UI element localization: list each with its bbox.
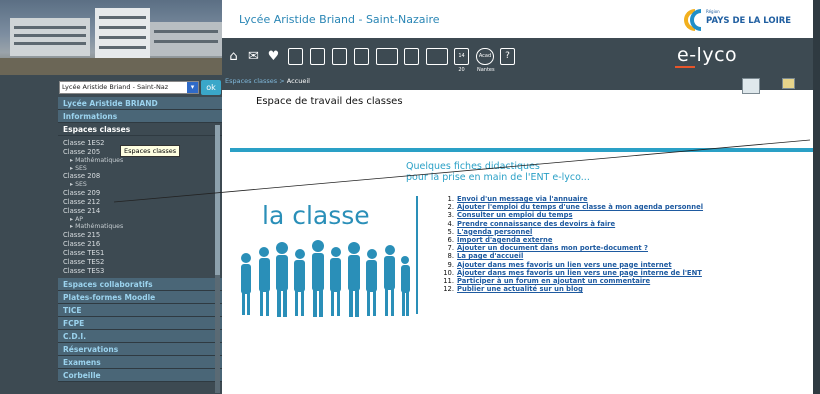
notebook-icon[interactable]: [310, 48, 325, 65]
list-item: 10. Ajouter dans mes favoris un lien vers…: [443, 268, 702, 277]
crowd-illustration: [241, 240, 410, 317]
sidebar-sub-208-ses[interactable]: ▸ SES: [58, 181, 222, 189]
sidebar-item-moodle[interactable]: Plates-formes Moodle: [58, 290, 222, 304]
sidebar-class-212[interactable]: Classe 212: [58, 198, 222, 207]
list-item: 6. Import d'agenda externe: [447, 235, 553, 244]
school-select-value: Lycée Aristide Briand - Saint-Naz: [62, 83, 169, 91]
help-icon[interactable]: ?: [500, 48, 515, 65]
book-icon[interactable]: [354, 48, 369, 65]
fiches-list: 1. Envoi d'un message via l'annuaire 2. Aj…: [440, 195, 810, 293]
la-classe-label: la classe: [262, 201, 370, 230]
brand-logo[interactable]: e-lyco: [677, 44, 737, 66]
sidebar-scroll-thumb[interactable]: [215, 125, 220, 275]
sidebar-item-examens[interactable]: Examens: [58, 355, 222, 369]
page-title: Lycée Aristide Briand - Saint-Nazaire: [239, 13, 440, 26]
list-item: 12. Publier une actualité sur un blog: [443, 285, 583, 294]
sidebar-item-reservations[interactable]: Réservations: [58, 342, 222, 356]
divider: [230, 148, 813, 152]
envelope-icon[interactable]: ✉: [246, 48, 261, 65]
document-icon[interactable]: [376, 48, 398, 65]
sidebar-sub-205-ses[interactable]: ▸ SES: [58, 165, 222, 173]
fiche-link-5[interactable]: L'agenda personnel: [457, 228, 532, 236]
fiche-link-3[interactable]: Consulter un emploi du temps: [457, 211, 573, 219]
chevron-down-icon[interactable]: ▾: [187, 82, 198, 93]
sidebar-item-espaces-collaboratifs[interactable]: Espaces collaboratifs: [58, 277, 222, 291]
breadcrumb-parent[interactable]: Espaces classes: [225, 77, 277, 85]
fiches-heading-line1: Quelques fiches didactiques: [406, 161, 540, 172]
briefcase-icon[interactable]: [404, 48, 419, 65]
fiche-link-11[interactable]: Participer à un forum en ajoutant un com…: [457, 277, 650, 285]
region-logo[interactable]: Région PAYS DE LA LOIRE: [684, 8, 804, 32]
breadcrumb-current: Accueil: [286, 77, 310, 85]
list-item: 7. Ajouter un document dans mon porte-doc…: [447, 244, 649, 253]
region-name: PAYS DE LA LOIRE: [706, 16, 792, 26]
sidebar-class-209[interactable]: Classe 209: [58, 189, 222, 198]
toolbar: ⌂ ✉ ♥ 14 20 Acad Nantes ? e-lyco: [222, 38, 813, 75]
sidebar-item-fcpe[interactable]: FCPE: [58, 316, 222, 330]
fiche-link-2[interactable]: Ajouter l'emploi du temps d'une classe à…: [457, 203, 703, 211]
list-item: 8. La page d'accueil: [447, 252, 524, 261]
school-select[interactable]: Lycée Aristide Briand - Saint-Naz ▾: [59, 81, 199, 94]
fiches-heading-line2: pour la prise en main de l'ENT e-lyco...: [406, 172, 590, 183]
window-icon[interactable]: [782, 78, 795, 89]
vertical-divider: [416, 196, 418, 314]
ok-button[interactable]: ok: [201, 80, 221, 95]
region-small-label: Région: [706, 9, 720, 14]
fiche-link-12[interactable]: Publier une actualité sur un blog: [457, 285, 583, 293]
list-item: 9. Ajouter dans mes favoris un lien vers …: [447, 260, 672, 269]
sidebar-class-214[interactable]: Classe 214: [58, 207, 222, 216]
fiches-heading: Quelques fiches didactiques pour la pris…: [406, 161, 590, 183]
fiche-link-8[interactable]: La page d'accueil: [457, 252, 523, 260]
list-item: 5. L'agenda personnel: [447, 227, 533, 236]
news-icon[interactable]: [426, 48, 448, 65]
sidebar-item-cdi[interactable]: C.D.I.: [58, 329, 222, 343]
list-item: 11. Participer à un forum en ajoutant un …: [443, 276, 651, 285]
page: Lycée Aristide Briand - Saint-Naz ▾ ok L…: [0, 0, 820, 394]
list-item: 3. Consulter un emploi du temps: [447, 211, 573, 220]
tooltip: Espaces classes: [120, 145, 181, 157]
fiche-link-10[interactable]: Ajouter dans mes favoris un lien vers un…: [457, 269, 702, 277]
sidebar-sub-214-maths[interactable]: ▸ Mathématiques: [58, 223, 222, 231]
sidebar-class-216[interactable]: Classe 216: [58, 240, 222, 249]
notes-heart-icon[interactable]: ♥: [266, 48, 281, 65]
sidebar-sub-214-ap[interactable]: ▸ AP: [58, 216, 222, 224]
academic-icon[interactable]: Acad Nantes: [476, 48, 495, 73]
sidebar-item-tice[interactable]: TICE: [58, 303, 222, 317]
calendar-day-icon[interactable]: 14 20: [454, 48, 469, 73]
sidebar-class-tes2[interactable]: Classe TES2: [58, 258, 222, 267]
calendar-icon[interactable]: [332, 48, 347, 65]
sidebar-item-corbeille[interactable]: Corbeille: [58, 368, 222, 382]
list-item: 1. Envoi d'un message via l'annuaire: [447, 195, 588, 203]
sidebar-class-tes3[interactable]: Classe TES3: [58, 267, 222, 276]
breadcrumb: Espaces classes > Accueil: [222, 75, 813, 90]
breadcrumb-separator: >: [277, 77, 287, 85]
right-edge: [813, 0, 820, 394]
list-item: 2. Ajouter l'emploi du temps d'une classe…: [447, 203, 704, 212]
content-title: Espace de travail des classes: [256, 96, 403, 107]
fiche-link-7[interactable]: Ajouter un document dans mon porte-docum…: [457, 244, 648, 252]
sidebar-nav: Lycée Aristide BRIAND Informations Espac…: [58, 97, 222, 394]
edit-tools-icon[interactable]: [742, 78, 760, 94]
home-icon[interactable]: ⌂: [226, 48, 241, 65]
sidebar-item-school[interactable]: Lycée Aristide BRIAND: [58, 97, 222, 110]
fiche-link-1[interactable]: Envoi d'un message via l'annuaire: [457, 195, 588, 203]
sidebar-class-tes1[interactable]: Classe TES1: [58, 249, 222, 258]
printer-icon[interactable]: [288, 48, 303, 65]
breadcrumb-text: Espaces classes > Accueil: [225, 77, 310, 85]
brand-underline: [675, 66, 695, 68]
school-photo: [0, 0, 222, 75]
sidebar-class-208[interactable]: Classe 208: [58, 172, 222, 181]
sidebar-class-215[interactable]: Classe 215: [58, 231, 222, 240]
fiche-link-6[interactable]: Import d'agenda externe: [457, 236, 552, 244]
list-item: 4. Prendre connaissance des devoirs à fai…: [447, 219, 616, 228]
sidebar-item-informations[interactable]: Informations: [58, 110, 222, 123]
sidebar-sub-205-maths[interactable]: ▸ Mathématiques: [58, 157, 222, 165]
sidebar-item-espaces-classes[interactable]: Espaces classes: [58, 123, 222, 136]
fiche-link-9[interactable]: Ajouter dans mes favoris un lien vers un…: [457, 261, 672, 269]
header: Lycée Aristide Briand - Saint-Nazaire Ré…: [222, 0, 813, 35]
fiche-link-4[interactable]: Prendre connaissance des devoirs à faire: [457, 220, 615, 228]
